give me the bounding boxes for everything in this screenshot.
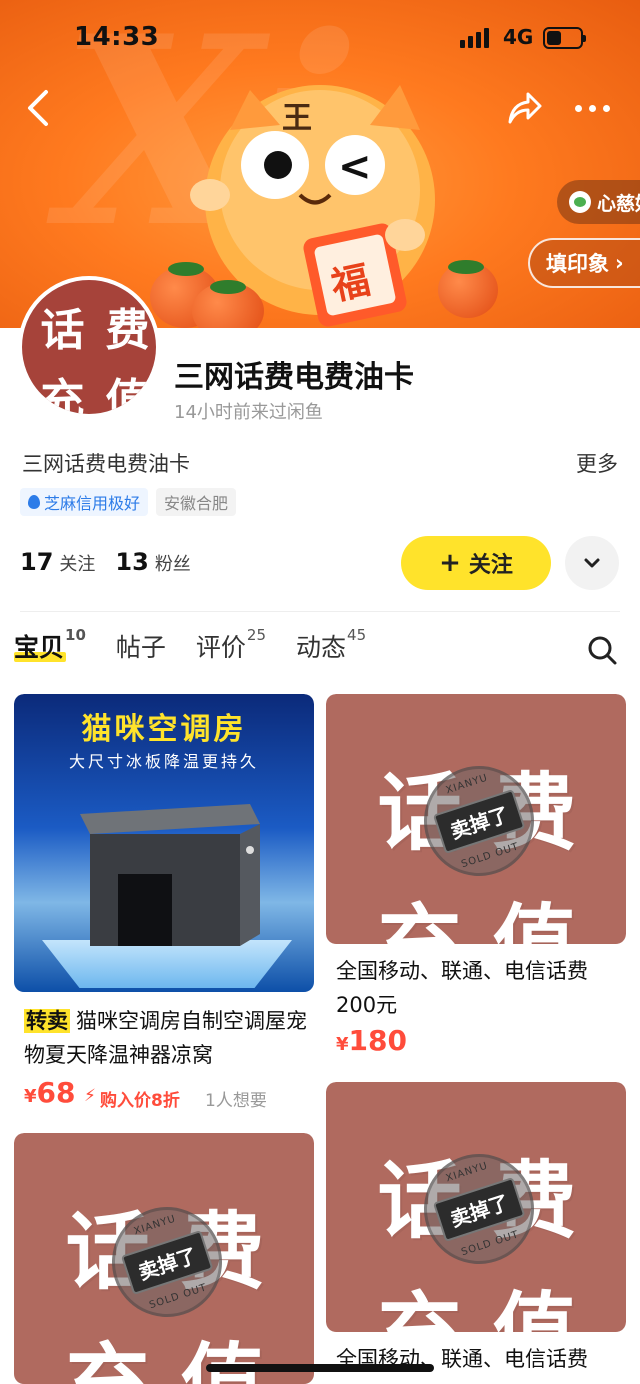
- followers-label: 粉丝: [154, 554, 191, 575]
- wants-count: 1人想要: [205, 1091, 267, 1111]
- profile-tabs: 宝贝 10 帖子 评价 25 动态 45: [14, 626, 367, 664]
- more-options-icon[interactable]: [570, 92, 614, 124]
- product-card[interactable]: 话 费 充 值 XIANYU 卖掉了 SOLD OUT: [14, 1133, 314, 1384]
- status-time: 14:33: [74, 22, 160, 52]
- product-title: 全国移动、联通、电信话费200元: [336, 959, 588, 1017]
- following-count: 17: [20, 548, 54, 576]
- profile-stats: 17 关注 13 粉丝: [20, 548, 191, 576]
- chevron-down-icon: [584, 558, 600, 568]
- mood-badge-label: 心慈好: [597, 192, 640, 215]
- plus-icon: +: [439, 548, 461, 578]
- currency-symbol: ¥: [336, 1034, 349, 1055]
- tab-label: 评价: [195, 633, 246, 662]
- follow-button[interactable]: + 关注: [401, 536, 551, 590]
- network-type: 4G: [503, 25, 534, 49]
- tab-reviews[interactable]: 评价 25: [195, 626, 267, 664]
- discount-label: 购入价8折: [100, 1091, 180, 1111]
- credit-badge-label: 芝麻信用极好: [44, 494, 141, 513]
- tab-activity[interactable]: 动态 45: [296, 626, 367, 664]
- avatar-text: 值: [105, 375, 150, 418]
- product-card[interactable]: 话 费 充 值 XIANYU 卖掉了 SOLD OUT: [326, 694, 626, 944]
- intro-more-link[interactable]: 更多: [576, 448, 618, 478]
- product-image: 话 费 充 值 XIANYU 卖掉了 SOLD OUT: [326, 694, 626, 944]
- avatar-text: 费: [105, 305, 150, 356]
- credit-drop-icon: [28, 495, 40, 509]
- tab-count: 10: [65, 626, 86, 644]
- product-price: ¥180: [336, 1024, 407, 1057]
- image-text: 值: [492, 894, 577, 944]
- image-headline: 猫咪空调房: [81, 712, 247, 747]
- cat-house-box-image: [80, 804, 260, 946]
- image-text: 值: [492, 1282, 577, 1332]
- search-icon[interactable]: [586, 634, 618, 666]
- svg-text:<: <: [338, 144, 372, 190]
- image-text: 充: [377, 1282, 462, 1332]
- home-indicator[interactable]: [206, 1364, 434, 1372]
- tab-label: 帖子: [115, 633, 166, 662]
- leaf-decoration: [168, 262, 204, 276]
- signal-icon: [460, 28, 489, 48]
- follow-button-label: 关注: [468, 553, 513, 578]
- product-card[interactable]: 话 费 充 值 XIANYU 卖掉了 SOLD OUT: [326, 1082, 626, 1332]
- mood-badge[interactable]: 心慈好: [557, 180, 640, 224]
- profile-intro: 三网话费电费油卡: [22, 452, 190, 476]
- following-label: 关注: [59, 554, 96, 575]
- tab-label: 动态: [296, 633, 347, 662]
- divider: [20, 611, 620, 612]
- product-title: 全国移动、联通、电信话费200元: [336, 1347, 588, 1384]
- product-image: 话 费 充 值 XIANYU 卖掉了 SOLD OUT: [326, 1082, 626, 1332]
- tab-items[interactable]: 宝贝 10: [14, 626, 86, 664]
- profile-tags: 芝麻信用极好 安徽合肥: [20, 488, 237, 516]
- followers-stat[interactable]: 13 粉丝: [115, 548, 190, 576]
- tab-count: 25: [246, 626, 267, 644]
- tab-label: 宝贝: [14, 633, 65, 662]
- battery-icon: [543, 27, 586, 49]
- leaf-decoration: [210, 280, 246, 294]
- avatar[interactable]: 话 费 充 值: [18, 276, 160, 418]
- impression-button-label: 填印象: [546, 252, 609, 276]
- price-value: 180: [348, 1024, 407, 1057]
- share-icon[interactable]: [504, 88, 544, 128]
- badge-emoji-icon: [569, 191, 591, 213]
- following-stat[interactable]: 17 关注: [20, 548, 95, 576]
- followers-count: 13: [115, 548, 149, 576]
- credit-badge[interactable]: 芝麻信用极好: [20, 488, 149, 516]
- leaf-decoration: [448, 260, 484, 274]
- image-text: 充: [377, 894, 462, 944]
- tab-posts[interactable]: 帖子: [116, 628, 166, 664]
- chevron-right-icon: ›: [615, 251, 624, 275]
- back-arrow-icon[interactable]: [20, 86, 60, 130]
- product-image: 猫咪空调房 大尺寸冰板降温更持久: [14, 694, 314, 992]
- lightning-icon: ⚡: [84, 1086, 96, 1106]
- impression-button[interactable]: 填印象 ›: [528, 238, 640, 288]
- product-image: 话 费 充 值 XIANYU 卖掉了 SOLD OUT: [14, 1133, 314, 1384]
- last-seen-text: 14小时前来过闲鱼: [174, 402, 323, 423]
- svg-text:王: 王: [282, 101, 312, 136]
- product-title: 转卖 猫咪空调房自制空调屋宠物夏天降温神器凉窝: [24, 1004, 310, 1072]
- resale-tag: 转卖: [24, 1009, 70, 1033]
- avatar-text: 充: [40, 375, 85, 418]
- location-badge: 安徽合肥: [156, 488, 237, 516]
- currency-symbol: ¥: [24, 1086, 37, 1107]
- tab-count: 45: [347, 626, 367, 644]
- price-value: 68: [36, 1076, 76, 1109]
- shop-name: 三网话费电费油卡: [174, 360, 414, 395]
- status-bar: 14:33 4G: [0, 0, 640, 78]
- image-subheadline: 大尺寸冰板降温更持久: [68, 752, 259, 771]
- product-price: ¥68: [24, 1076, 76, 1109]
- image-text: 值: [180, 1333, 265, 1384]
- avatar-text: 话: [40, 305, 85, 356]
- image-text: 充: [65, 1333, 150, 1384]
- follow-options-button[interactable]: [565, 536, 619, 590]
